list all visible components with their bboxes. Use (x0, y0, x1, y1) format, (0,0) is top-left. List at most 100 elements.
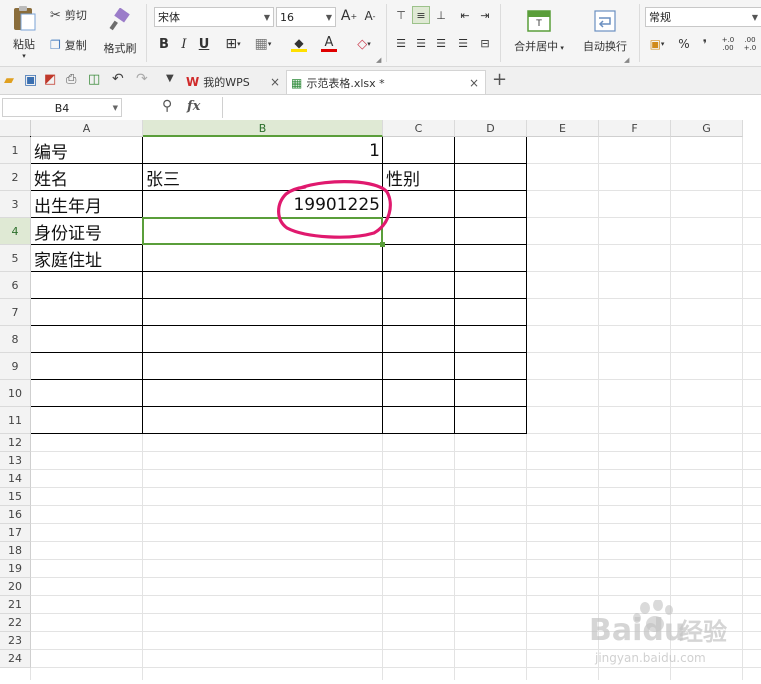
font-name-select[interactable]: 宋体 ▼ (154, 7, 274, 27)
align-right-button[interactable]: ☰ (432, 34, 450, 52)
name-box[interactable]: B4 ▼ (2, 98, 122, 117)
paste-button[interactable]: 粘贴 ▾ (4, 4, 44, 60)
cell-b3[interactable]: 19901225 (143, 191, 383, 218)
cell-a1[interactable]: 编号 (31, 137, 143, 164)
increase-font-button[interactable]: A + (340, 6, 358, 26)
row-header-24[interactable]: 24 (0, 650, 31, 668)
tab-home-wps[interactable]: W 我的WPS × (186, 70, 284, 94)
fill-handle[interactable] (380, 242, 385, 247)
merge-center-button[interactable]: T 合并居中 ▾ (506, 4, 572, 60)
align-top-button[interactable]: ⊤ (392, 6, 410, 24)
column-header-e[interactable]: E (527, 120, 599, 137)
row-header-14[interactable]: 14 (0, 470, 31, 488)
column-header-b[interactable]: B (143, 120, 383, 137)
row-header-11[interactable]: 11 (0, 407, 31, 434)
align-middle-button[interactable]: ≡ (412, 6, 430, 24)
align-bottom-button[interactable]: ⊥ (432, 6, 450, 24)
spreadsheet-grid[interactable]: A B C D E F G 1 2 3 4 5 6 7 8 9 10 11 12 13 14 15 16 17 18 19 20 21… (0, 120, 761, 680)
cell-b2[interactable]: 张三 (143, 164, 383, 191)
comma-button[interactable]: ❜ (698, 34, 712, 54)
italic-button[interactable]: I (176, 34, 192, 54)
row-header-23[interactable]: 23 (0, 632, 31, 650)
dialog-launcher-icon[interactable]: ◢ (376, 56, 381, 64)
row-header-17[interactable]: 17 (0, 524, 31, 542)
bold-button[interactable]: B (156, 34, 172, 54)
close-icon[interactable]: × (469, 76, 479, 90)
row-header-7[interactable]: 7 (0, 299, 31, 326)
copy-label: 复制 (64, 39, 87, 52)
row-header-5[interactable]: 5 (0, 245, 31, 272)
currency-button[interactable]: ▣ ▾ (646, 34, 668, 54)
gridline-horizontal (31, 541, 761, 542)
font-color-button[interactable]: A (316, 34, 342, 54)
align-center-button[interactable]: ☰ (412, 34, 430, 52)
clear-format-button[interactable]: ◇ ▾ (350, 34, 378, 54)
close-icon[interactable]: × (270, 75, 280, 89)
export-pdf-icon[interactable]: ◩ (44, 72, 56, 87)
row-header-13[interactable]: 13 (0, 452, 31, 470)
font-size-select[interactable]: 16 ▼ (276, 7, 336, 27)
border-button[interactable]: ⊞ ▾ (220, 34, 246, 54)
row-header-21[interactable]: 21 (0, 596, 31, 614)
cell-a4[interactable]: 身份证号 (31, 218, 143, 245)
watermark-url: jingyan.baidu.com (594, 651, 706, 665)
tab-document[interactable]: ▦ 示范表格.xlsx * × (286, 70, 486, 94)
row-header-9[interactable]: 9 (0, 353, 31, 380)
zoom-formula-icon[interactable]: ⚲ (162, 98, 172, 114)
wrap-text-button[interactable]: 自动换行 (576, 4, 634, 60)
row-header-20[interactable]: 20 (0, 578, 31, 596)
fill-pattern-button[interactable]: ▦ ▾ (250, 34, 276, 54)
underline-button[interactable]: U (196, 34, 212, 54)
percent-button[interactable]: % (676, 34, 692, 54)
quick-access-menu-icon[interactable]: ▼ (166, 73, 174, 84)
row-header-16[interactable]: 16 (0, 506, 31, 524)
cell-a5[interactable]: 家庭住址 (31, 245, 143, 272)
column-header-g[interactable]: G (671, 120, 743, 137)
row-header-12[interactable]: 12 (0, 434, 31, 452)
align-left-button[interactable]: ☰ (392, 34, 410, 52)
decrease-indent-button[interactable]: ⇤ (456, 6, 474, 24)
selected-cell-outline[interactable] (142, 217, 383, 245)
dialog-launcher-icon[interactable]: ◢ (624, 56, 629, 64)
row-header-2[interactable]: 2 (0, 164, 31, 191)
column-header-a[interactable]: A (31, 120, 143, 137)
increase-indent-button[interactable]: ⇥ (476, 6, 494, 24)
cell-c2[interactable]: 性别 (383, 164, 455, 191)
number-format-select[interactable]: 常规 ▼ (645, 7, 761, 27)
distributed-button[interactable]: ⊟ (475, 34, 495, 52)
new-tab-button[interactable]: + (492, 69, 507, 90)
decrease-decimal-button[interactable]: .00 +.0 (740, 34, 760, 54)
formula-input[interactable] (222, 97, 761, 118)
save-icon[interactable]: ▣ (24, 72, 37, 88)
redo-icon[interactable]: ↷ (136, 71, 148, 87)
format-painter-button[interactable]: 格式刷 (100, 4, 140, 60)
column-header-c[interactable]: C (383, 120, 455, 137)
justify-button[interactable]: ☰ (454, 34, 472, 52)
row-header-22[interactable]: 22 (0, 614, 31, 632)
row-header-15[interactable]: 15 (0, 488, 31, 506)
cell-b1[interactable]: 1 (143, 137, 383, 164)
row-header-4[interactable]: 4 (0, 218, 31, 245)
cell-a3[interactable]: 出生年月 (31, 191, 143, 218)
fx-button[interactable]: fx (187, 99, 200, 114)
copy-button[interactable]: ❐ 复制 (50, 36, 98, 54)
row-header-3[interactable]: 3 (0, 191, 31, 218)
undo-icon[interactable]: ↶ (112, 71, 124, 87)
column-header-f[interactable]: F (599, 120, 671, 137)
open-folder-icon[interactable]: ▰ (4, 73, 14, 88)
print-preview-icon[interactable]: ◫ (88, 72, 100, 87)
row-header-1[interactable]: 1 (0, 137, 31, 164)
column-header-d[interactable]: D (455, 120, 527, 137)
cut-button[interactable]: ✂ 剪切 (50, 6, 98, 24)
row-header-10[interactable]: 10 (0, 380, 31, 407)
cell-a2[interactable]: 姓名 (31, 164, 143, 191)
row-header-18[interactable]: 18 (0, 542, 31, 560)
fill-color-button[interactable]: ◆ (286, 34, 312, 54)
increase-decimal-button[interactable]: +.0 .00 (718, 34, 738, 54)
row-header-8[interactable]: 8 (0, 326, 31, 353)
row-header-19[interactable]: 19 (0, 560, 31, 578)
decrease-font-button[interactable]: A- (361, 6, 379, 26)
print-icon[interactable]: ⎙ (66, 72, 76, 87)
row-header-6[interactable]: 6 (0, 272, 31, 299)
select-all-corner[interactable] (0, 120, 31, 137)
